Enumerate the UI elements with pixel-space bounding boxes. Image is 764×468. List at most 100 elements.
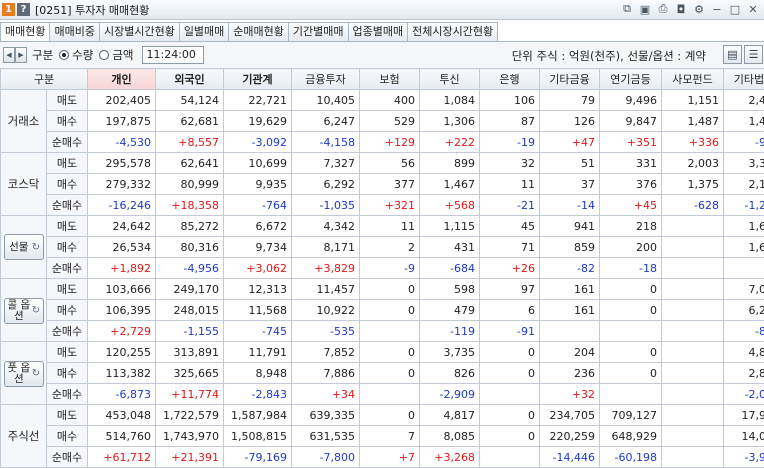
minimize-icon[interactable]: − bbox=[710, 2, 724, 16]
value-cell bbox=[661, 299, 724, 321]
table-row[interactable]: 매수 279,332 80,999 9,935 6,292 377 1,467 11 37 376… bbox=[1, 173, 764, 195]
value-cell: 1,487 bbox=[661, 110, 724, 132]
value-cell: -21 bbox=[479, 194, 540, 216]
value-cell: -91 bbox=[479, 320, 540, 342]
tab-net-trading[interactable]: 순매매현황 bbox=[228, 22, 288, 41]
value-cell: 56 bbox=[359, 152, 420, 174]
value-cell: +45 bbox=[599, 194, 662, 216]
radio-on-icon bbox=[59, 50, 70, 60]
row-type-label: 매도 bbox=[46, 152, 88, 174]
value-cell: 51 bbox=[539, 152, 600, 174]
table-row[interactable]: 코스닥 매도 295,578 62,641 10,699 7,327 56 899 32 51 33… bbox=[0, 152, 764, 216]
col-pension[interactable]: 연기금등 bbox=[599, 68, 662, 90]
table-row[interactable]: 풋 옵션 ↻ 매도 120,255 313,891 11,791 7,852 0 3,735 0 2… bbox=[0, 341, 764, 405]
table-row[interactable]: 매수 514,760 1,743,970 1,508,815 631,535 7 8,085… bbox=[1, 425, 764, 447]
table-row[interactable]: 순매수 +1,892 -4,956 +3,062 +3,829 -9 -684 +26 -82-… bbox=[1, 257, 764, 279]
value-cell: -119 bbox=[419, 320, 480, 342]
value-cell: 4,342 bbox=[291, 215, 360, 237]
value-cell: 1,602 bbox=[723, 215, 764, 237]
tab-market-time[interactable]: 시장별시간현황 bbox=[98, 22, 179, 41]
value-cell: 453,048 bbox=[87, 404, 156, 426]
table-row[interactable]: 콜 옵션 ↻ 매도 103,666 249,170 12,313 11,457 0 598 97 1… bbox=[0, 278, 764, 342]
camera-icon[interactable]: ◘ bbox=[674, 2, 688, 16]
next-arrow-icon[interactable]: ▶ bbox=[15, 47, 27, 63]
link-icon[interactable]: ⧉ bbox=[620, 2, 634, 16]
value-cell: -1,248 bbox=[723, 194, 764, 216]
col-investment-trust[interactable]: 투신 bbox=[419, 68, 480, 90]
table-row[interactable]: 순매수-6,873+11,774-2,843+34 -2,909 +32 -2,058 bbox=[1, 383, 764, 405]
gear-icon[interactable]: ⚙ bbox=[692, 2, 706, 16]
screen-number-badge[interactable]: 1 bbox=[2, 3, 15, 16]
col-institution[interactable]: 기관계 bbox=[223, 68, 292, 90]
table-row[interactable]: 순매수+2,729-1,155-745-535 -119-91 -829 bbox=[1, 320, 764, 342]
table-row[interactable]: 매수26,53480,3169,7348,171243171859200 1,60… bbox=[1, 236, 764, 258]
table-row[interactable]: 매수113,382325,6658,9487,8860826023602,827 bbox=[1, 362, 764, 384]
table-view-icon[interactable]: ▤ bbox=[723, 45, 742, 64]
value-cell: -14,446 bbox=[539, 446, 600, 468]
col-financial-investment[interactable]: 금융투자 bbox=[291, 68, 360, 90]
table-row[interactable]: 순매수 -4,530 +8,557 -3,092 -4,158 +129 +222 -19 +4… bbox=[1, 131, 764, 153]
tab-period[interactable]: 기간별매매 bbox=[287, 22, 348, 41]
value-cell bbox=[599, 320, 662, 342]
table-row[interactable]: 매수 197,875 62,681 19,629 6,247 529 1,306 87 126 9… bbox=[1, 110, 764, 132]
col-other-finance[interactable]: 기타금융 bbox=[539, 68, 600, 90]
value-cell: 3,366 bbox=[723, 152, 764, 174]
col-bank[interactable]: 은행 bbox=[479, 68, 540, 90]
col-insurance[interactable]: 보험 bbox=[359, 68, 420, 90]
table-row[interactable]: 선물 ↻ 매도 24,642 85,272 6,672 4,342 11 1,115 45 941 2… bbox=[0, 215, 764, 279]
table-row[interactable]: 매수106,395248,01511,56810,9220479616106,2… bbox=[1, 299, 764, 321]
print-icon[interactable]: ⎙ bbox=[656, 2, 670, 16]
value-cell: -19 bbox=[479, 131, 540, 153]
col-other-corp[interactable]: 기타법인 bbox=[723, 68, 764, 90]
value-cell: -4,530 bbox=[87, 131, 156, 153]
group-cell[interactable]: 콜 옵션 ↻ bbox=[0, 278, 47, 342]
group-cell[interactable]: 선물 ↻ bbox=[0, 215, 47, 279]
radio-amount[interactable]: 금액 bbox=[99, 47, 134, 63]
value-cell: 10,922 bbox=[291, 299, 360, 321]
copy-icon[interactable]: ▣ bbox=[638, 2, 652, 16]
table-row[interactable]: 순매수 -16,246 +18,358 -764 -1,035 +321 +568 -21 -1… bbox=[1, 194, 764, 216]
refresh-icon: ↻ bbox=[31, 241, 41, 253]
value-cell: 0 bbox=[359, 341, 420, 363]
tab-trading-ratio[interactable]: 매매비중 bbox=[49, 22, 99, 41]
col-foreign[interactable]: 외국인 bbox=[155, 68, 224, 90]
time-input[interactable]: 11:24:00 bbox=[141, 46, 204, 64]
value-cell: -745 bbox=[223, 320, 292, 342]
toolbar-label: 구분 bbox=[32, 48, 54, 62]
col-individual[interactable]: 개인 bbox=[87, 68, 156, 90]
value-cell: -3,092 bbox=[223, 131, 292, 153]
tab-trading-status[interactable]: 매매현황 bbox=[0, 22, 50, 41]
value-cell: +34 bbox=[291, 383, 360, 405]
group-cell[interactable]: 풋 옵션 ↻ bbox=[0, 341, 47, 405]
tab-sector[interactable]: 업종별매매 bbox=[347, 22, 408, 41]
value-cell: 17,991 bbox=[723, 404, 764, 426]
group-label: 거래소 bbox=[7, 114, 40, 128]
value-cell: 7,852 bbox=[291, 341, 360, 363]
list-view-icon[interactable]: ☰ bbox=[744, 45, 763, 64]
value-cell: 103,666 bbox=[87, 278, 156, 300]
tab-daily[interactable]: 일별매매 bbox=[178, 22, 229, 41]
row-type-label: 매도 bbox=[46, 278, 88, 300]
value-cell: 1,306 bbox=[419, 110, 480, 132]
value-cell: +1,892 bbox=[87, 257, 156, 279]
close-icon[interactable]: ✕ bbox=[746, 2, 760, 16]
prev-arrow-icon[interactable]: ◀ bbox=[3, 47, 15, 63]
value-cell: 37 bbox=[539, 173, 600, 195]
radio-quantity[interactable]: 수량 bbox=[59, 47, 93, 63]
table-row[interactable]: 주식선 매도 453,048 1,722,579 1,587,984 639,335 0 4,… bbox=[0, 404, 764, 468]
table-row[interactable]: 거래소 매도 202,405 54,124 22,721 10,405 400 1,084 10… bbox=[0, 89, 764, 153]
row-type-label: 매수 bbox=[46, 110, 88, 132]
col-private-fund[interactable]: 사모펀드 bbox=[661, 68, 724, 90]
group-button[interactable]: 선물 ↻ bbox=[3, 234, 44, 260]
help-icon[interactable]: ? bbox=[17, 3, 30, 16]
group-label: 콜 옵션 bbox=[7, 298, 31, 322]
value-cell: 9,935 bbox=[223, 173, 292, 195]
value-cell bbox=[661, 383, 724, 405]
row-type-label: 순매수 bbox=[46, 320, 88, 342]
value-cell: 295,578 bbox=[87, 152, 156, 174]
tab-all-market-time[interactable]: 전체시장시간현황 bbox=[407, 22, 499, 41]
table-row[interactable]: 순매수 +61,712 +21,391 -79,169 -7,800 +7 +3,268 -1… bbox=[1, 446, 764, 468]
group-button[interactable]: 콜 옵션 ↻ bbox=[3, 297, 44, 324]
group-button[interactable]: 풋 옵션 ↻ bbox=[3, 360, 44, 387]
maximize-icon[interactable]: □ bbox=[728, 2, 742, 16]
